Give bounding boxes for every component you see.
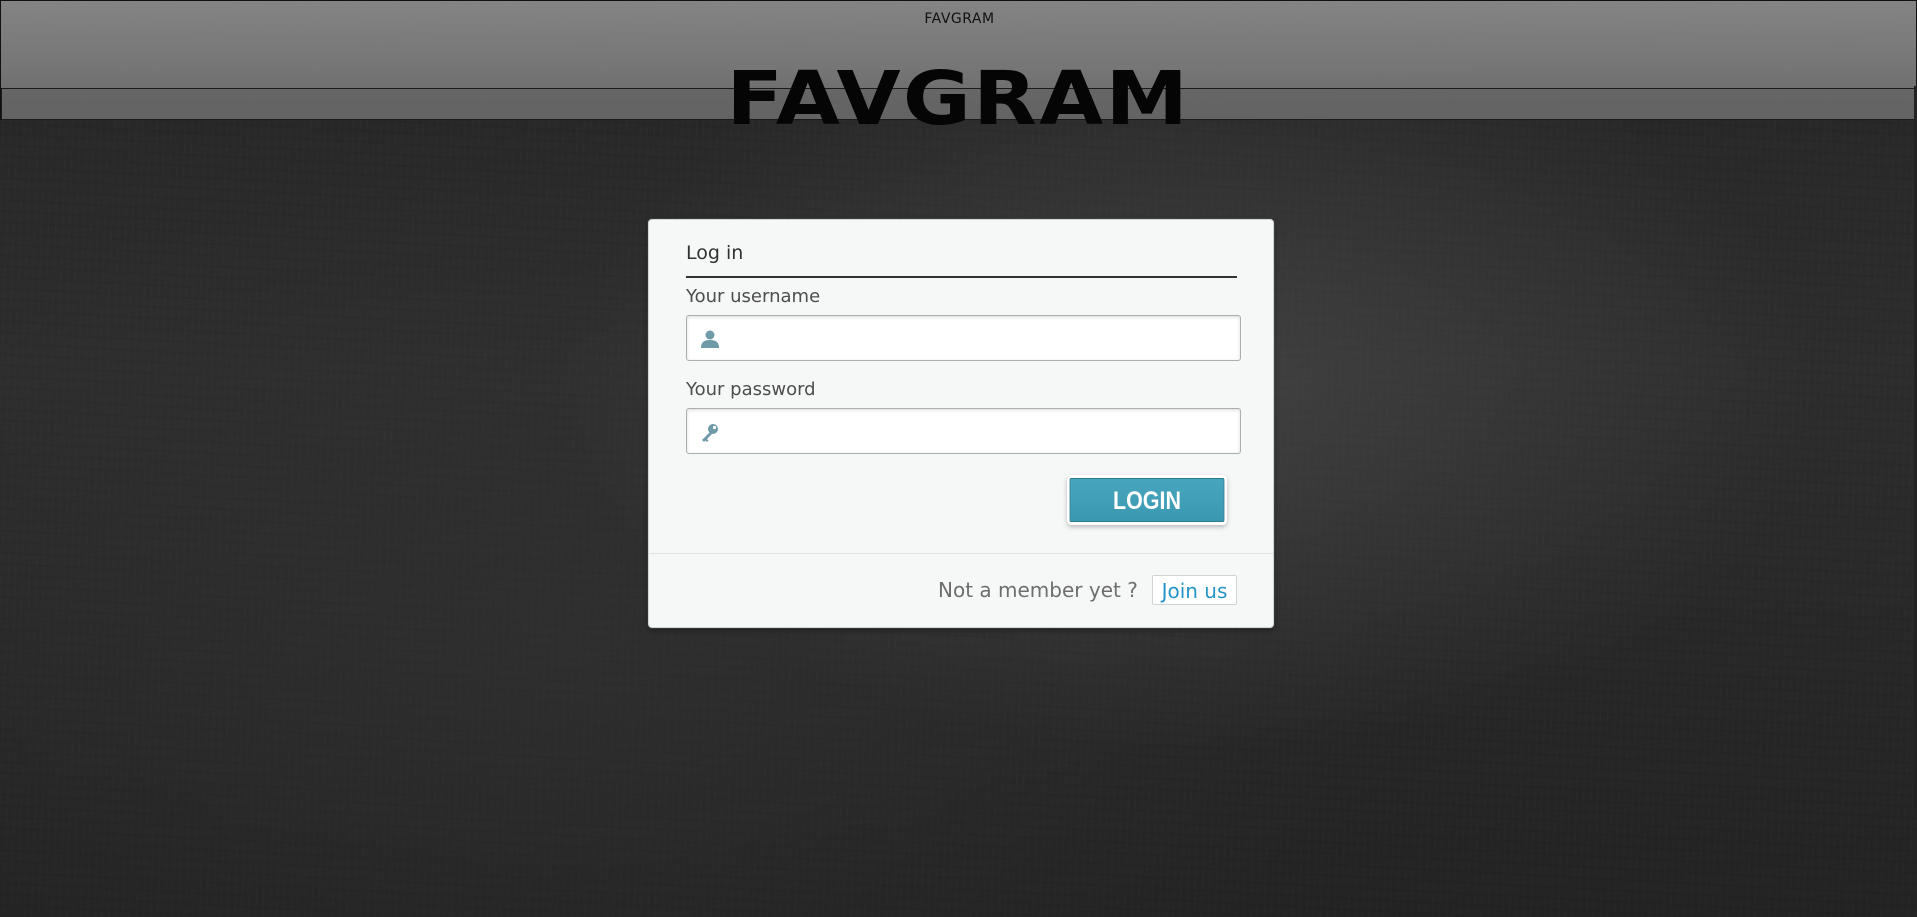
key-icon	[699, 421, 721, 443]
username-field[interactable]	[686, 315, 1241, 362]
title-divider	[686, 276, 1237, 278]
not-member-text: Not a member yet ?	[938, 578, 1138, 602]
site-name: FAVGRAM	[924, 11, 995, 27]
username-label: Your username	[686, 286, 821, 307]
brand-logo: FAVGRAM	[726, 56, 1191, 142]
footer-divider	[649, 553, 1273, 554]
password-field[interactable]	[686, 408, 1241, 455]
login-card: Log in Your username Your password LOGIN…	[648, 219, 1274, 628]
login-title: Log in	[686, 242, 744, 264]
username-input[interactable]	[727, 316, 1236, 362]
password-input[interactable]	[727, 409, 1236, 455]
password-label: Your password	[686, 379, 816, 400]
join-us-button[interactable]: Join us	[1152, 575, 1237, 605]
login-button[interactable]: LOGIN	[1069, 478, 1225, 522]
user-icon	[699, 328, 721, 350]
